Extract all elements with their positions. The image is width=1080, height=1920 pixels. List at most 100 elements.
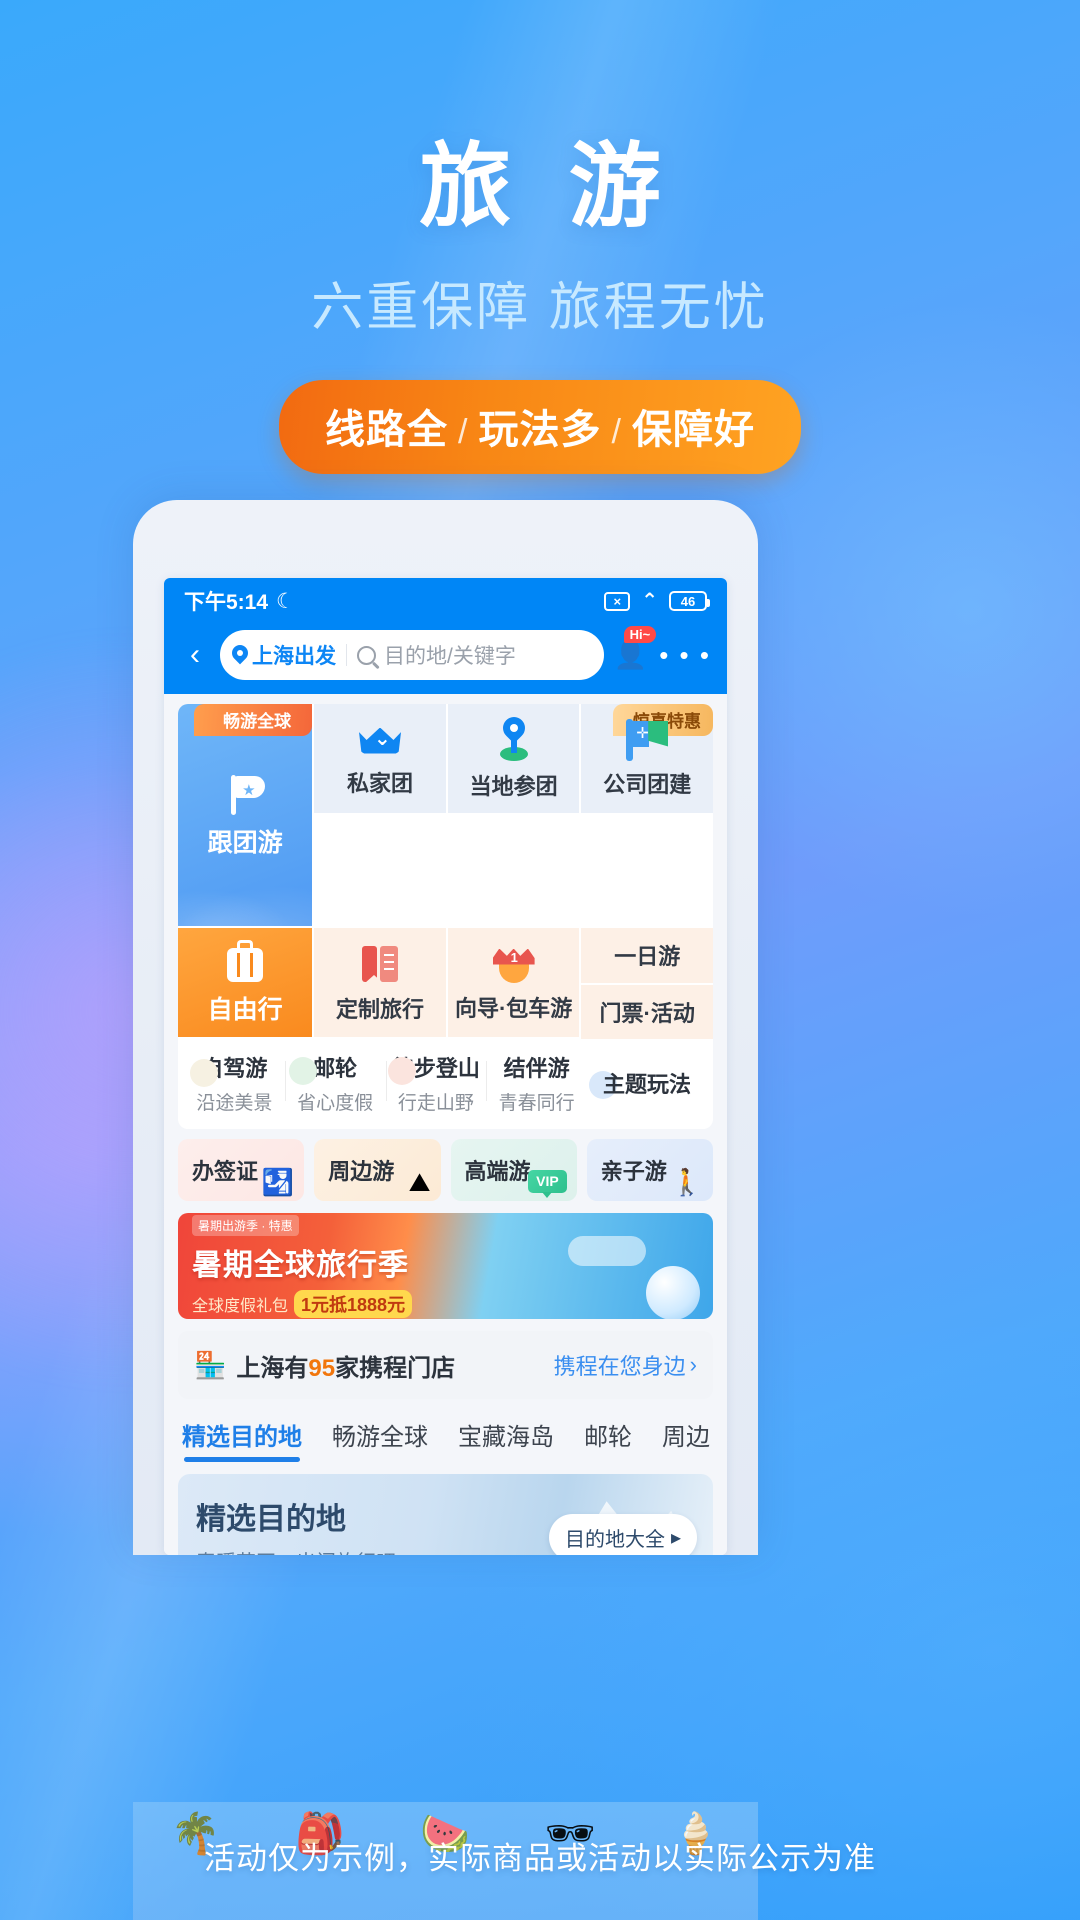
destination-all-button[interactable]: 目的地大全 ▸ [548, 1514, 697, 1555]
theme-item-jiebanyou[interactable]: 结伴游 青春同行 [486, 1051, 587, 1115]
theme-item-youlun[interactable]: 邮轮 省心度假 [284, 1051, 386, 1115]
greeting-badge: Hi~ [623, 625, 657, 643]
pin-body [498, 711, 530, 744]
store-prefix: 上海有 [236, 1354, 309, 1382]
star-glyph: ★ [242, 782, 256, 799]
theme-item-zijiayou[interactable]: 自驾游 沿途美景 [184, 1051, 285, 1115]
category-label-2: 私家团 [347, 770, 414, 796]
header-actions: 👤 Hi~ • • • [614, 625, 711, 669]
tab-changyouquanqiu[interactable]: 畅游全球 [332, 1417, 428, 1462]
back-button[interactable]: ‹ [180, 640, 210, 670]
feature-pill-sep1: / [458, 413, 469, 452]
category-item-ziyouxing[interactable]: 自由行 [178, 928, 315, 1039]
banner-tag: 暑期出游季 · 特惠 [192, 1214, 299, 1236]
tab-youlun[interactable]: 邮轮 [584, 1417, 632, 1462]
store-link[interactable]: 携程在您身边 › [554, 1349, 697, 1381]
category-label-3: 当地参团 [469, 773, 558, 799]
destination-card[interactable]: 精选目的地 春暖花开，出门旅行吧~ 目的地大全 ▸ [178, 1474, 713, 1555]
hat-number: 1 [510, 949, 518, 965]
banner-title: 暑期全球旅行季 [192, 1248, 409, 1282]
category-item-gongsituanjian[interactable]: 惊喜特惠 ✛ 公司团建 [581, 704, 713, 815]
promo-page: 旅 游 六重保障 旅程无忧 线路全 / 玩法多 / 保障好 下午5:14 ☾ × ⌃ 4… [0, 0, 1080, 1920]
category-row-2: 自由行 定制旅行 1 向导·包车游 一日游 门票·活动 [178, 928, 713, 1039]
search-bar[interactable]: 上海出发 目的地/关键字 [220, 630, 604, 680]
category-label-1: 跟团游 [207, 829, 283, 857]
category-item-sijiatuan[interactable]: 私家团 [314, 704, 448, 815]
departure-label: 上海出发 [252, 645, 336, 668]
destination-button-label: 目的地大全 [564, 1529, 665, 1551]
category-item-xiangdaobaoche[interactable]: 1 向导·包车游 [447, 928, 582, 1039]
two-flags-icon: ✛ [622, 718, 672, 761]
category-item-tuanyou[interactable]: 畅游全球 ★ 跟团游 [178, 704, 315, 928]
chip-label-1: 办签证 [192, 1159, 259, 1184]
category-label-6: 定制旅行 [336, 996, 425, 1022]
category-row-1: 畅游全球 ★ 跟团游 私家团 [178, 704, 713, 928]
theme-title-4: 结伴游 [503, 1056, 570, 1081]
theme-blob-3 [387, 1057, 416, 1085]
customer-service-icon[interactable]: 👤 Hi~ [614, 625, 657, 669]
content-tabs: 精选目的地 畅游全球 宝藏海岛 邮轮 周边 [178, 1399, 713, 1462]
book-right [380, 945, 399, 982]
play-arrow-icon: ▸ [670, 1527, 681, 1549]
category-item-menpiao[interactable]: 门票·活动 [581, 984, 713, 1039]
parent-child-icon: 🚶 [670, 1167, 703, 1197]
crown-icon [357, 720, 403, 760]
store-count: 95 [308, 1354, 336, 1382]
chip-gaoduanyou[interactable]: 高端游 VIP [450, 1139, 577, 1201]
more-button[interactable]: • • • [659, 642, 711, 668]
chip-qinziyou[interactable]: 亲子游 🚶 [586, 1139, 713, 1201]
feature-pill-part3: 保障好 [631, 408, 755, 453]
offline-store-strip[interactable]: 🏪 上海有95家携程门店 携程在您身边 › [178, 1331, 713, 1399]
vip-icon: VIP [528, 1170, 567, 1193]
search-icon [357, 645, 376, 665]
wifi-icon: ⌃ [641, 590, 658, 612]
banner-left: 暑期出游季 · 特惠 暑期全球旅行季 全球度假礼包 1元抵1888元 [178, 1214, 488, 1318]
theme-item-zhutiwanfa[interactable]: 主题玩法 [587, 1067, 707, 1099]
chip-label-2: 周边游 [328, 1159, 395, 1184]
app-header: ‹ 上海出发 目的地/关键字 👤 Hi~ • • • [164, 624, 727, 694]
location-pin-icon [232, 645, 248, 665]
category-label-7: 向导·包车游 [454, 995, 573, 1021]
tab-baozanghaidao[interactable]: 宝藏海岛 [458, 1417, 554, 1462]
theme-sub-1: 沿途美景 [196, 1093, 273, 1114]
tab-zhoubian[interactable]: 周边 [662, 1417, 710, 1462]
store-text: 上海有95家携程门店 [236, 1348, 455, 1383]
tab-jingxuanmudidi[interactable]: 精选目的地 [182, 1417, 302, 1462]
chevron-right-icon: › [689, 1352, 697, 1377]
banner-subtitle: 全球度假礼包 1元抵1888元 [192, 1289, 488, 1318]
quick-chip-row: 办签证 🛂 周边游 ⛰ 高端游 VIP 亲子游 🚶 [178, 1139, 713, 1201]
chip-label-3: 高端游 [464, 1159, 531, 1184]
theme-item-tubudengshan[interactable]: 徒步登山 行走山野 [385, 1051, 487, 1115]
chip-banqianzheng[interactable]: 办签证 🛂 [178, 1139, 305, 1201]
category-item-dingzhilvxing[interactable]: 定制旅行 [314, 928, 448, 1039]
status-left: 下午5:14 ☾ [184, 586, 295, 616]
chip-zhoubianyou[interactable]: 周边游 ⛰ [314, 1139, 441, 1201]
theme-sub-4: 青春同行 [498, 1093, 575, 1114]
promo-banner[interactable]: 暑期出游季 · 特惠 暑期全球旅行季 全球度假礼包 1元抵1888元 [178, 1213, 713, 1319]
battery-icon: 46 [669, 591, 710, 611]
category-label-8: 一日游 [614, 944, 681, 970]
search-input[interactable]: 目的地/关键字 [384, 640, 516, 670]
category-item-dangdicantuan[interactable]: 当地参团 [447, 704, 582, 815]
departure-selector[interactable]: 上海出发 [232, 640, 336, 670]
category-label-4: 公司团建 [603, 771, 692, 797]
theme-sub-2: 省心度假 [297, 1093, 374, 1114]
divider [346, 644, 347, 666]
category-item-yirityou[interactable]: 一日游 [581, 928, 713, 985]
mountain-icon: ⛰ [408, 1167, 431, 1197]
chip-label-4: 亲子游 [600, 1159, 667, 1184]
feature-pill-part2: 玩法多 [478, 408, 602, 453]
storefront-icon: 🏪 [194, 1350, 227, 1380]
location-pin-icon-2 [494, 711, 534, 763]
suitcase-icon [224, 939, 266, 984]
page-subtitle: 六重保障 旅程无忧 [311, 279, 769, 338]
page-title: 旅 游 [419, 136, 677, 238]
theme-row: 自驾游 沿途美景 邮轮 省心度假 徒步登山 行走山野 结伴游 青春同行 主题玩法 [178, 1039, 713, 1129]
banner-sub-right: 1元抵1888元 [294, 1289, 413, 1318]
theme-blob-1 [190, 1059, 218, 1087]
status-bar: 下午5:14 ☾ × ⌃ 46 [164, 578, 727, 624]
guide-hat-icon: 1 [491, 943, 537, 985]
page-body: 畅游全球 ★ 跟团游 私家团 [164, 694, 727, 1555]
status-right: × ⌃ 46 [604, 590, 710, 612]
category-label-5: 自由行 [207, 995, 283, 1024]
